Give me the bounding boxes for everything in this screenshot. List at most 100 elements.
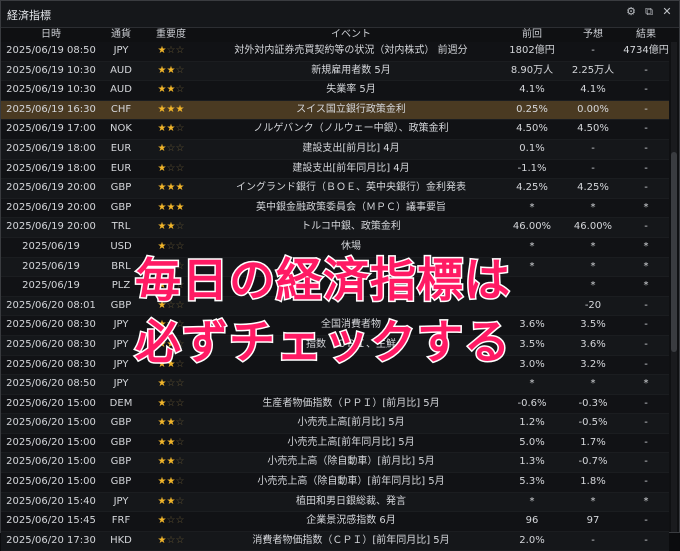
overlay-caption-line1: 毎日の経済指標は: [134, 253, 512, 308]
result-cell: *: [643, 201, 649, 213]
table-row[interactable]: 2025/06/19 16:30 CHF ★★★ スイス国立銀行政策金利 0.25% 0.…: [1, 100, 669, 121]
table-row[interactable]: 2025/06/19 20:00 GBP ★★★ イングランド銀行（ＢＯＥ、英中央銀行…: [1, 179, 669, 199]
event-cell: 小売売上高（除自動車）[前月比] 5月: [267, 456, 435, 468]
table-row[interactable]: 2025/06/19 08:50 JPY ★☆☆ 対外対内証券売買契約等の状況（対内株…: [1, 42, 669, 62]
header-result[interactable]: 結果: [623, 28, 669, 42]
star-filled-icon: ★: [157, 45, 167, 56]
table-row[interactable]: 2025/06/20 17:30 HKD ★☆☆ 消費者物価指数（ＣＰＩ）[前年同月比…: [1, 531, 669, 551]
result-cell: *: [643, 280, 649, 292]
date-cell: 2025/06/19: [22, 260, 80, 272]
date-cell: 2025/06/19 18:00: [6, 142, 96, 154]
header-currency[interactable]: 通貨: [101, 28, 141, 42]
importance-cell: ★★☆: [141, 434, 201, 453]
star-empty-icon: ☆: [175, 123, 185, 135]
close-icon[interactable]: ✕: [661, 6, 673, 18]
importance-cell: ★★☆: [141, 493, 201, 512]
event-cell: 失業率 5月: [326, 84, 376, 96]
currency-cell: JPY: [113, 45, 129, 56]
table-row[interactable]: 2025/06/20 15:40 JPY ★★☆ 植田和男日銀総裁、発言 * * *: [1, 492, 669, 513]
result-cell: -: [644, 299, 648, 311]
currency-cell: EUR: [110, 162, 132, 174]
table-row[interactable]: 2025/06/19 18:00 EUR ★☆☆ 建設支出[前年同月比] 4月 -1.1…: [1, 159, 669, 180]
currency-cell: GBP: [110, 456, 132, 468]
table-row[interactable]: 2025/06/20 15:45 FRF ★☆☆ 企業景況感指数 6月 96 97-: [1, 512, 669, 532]
star-filled-icon: ★: [157, 476, 167, 488]
date-cell: 2025/06/19 18:00: [6, 162, 96, 174]
star-empty-icon: ☆: [175, 162, 185, 174]
date-cell: 2025/06/20 08:30: [6, 319, 96, 331]
star-filled-icon: ★: [157, 240, 167, 252]
currency-cell: GBP: [110, 417, 132, 429]
date-cell: 2025/06/19 17:00: [6, 123, 96, 135]
importance-cell: ★☆☆: [141, 395, 201, 414]
title-bar-icons: ⚙ ⧉ ✕: [625, 6, 673, 18]
header-event[interactable]: イベント: [201, 28, 501, 42]
table-row[interactable]: 2025/06/19 18:00 EUR ★☆☆ 建設支出[前月比] 4月 0.1% - -: [1, 139, 669, 160]
table-row[interactable]: 2025/06/20 15:00 DEM ★☆☆ 生産者物価指数（ＰＰＩ）[前月比] …: [1, 394, 669, 415]
star-filled-icon: ★: [157, 123, 167, 135]
currency-cell: GBP: [110, 201, 132, 213]
forecast-cell: -: [591, 142, 595, 154]
previous-cell: 5.0%: [519, 436, 545, 448]
table-row[interactable]: 2025/06/19 10:30 AUD ★★☆ 新規雇用者数 5月 8.90万人 2.2…: [1, 61, 669, 82]
scrollbar[interactable]: [671, 42, 677, 532]
previous-cell: *: [529, 378, 535, 390]
date-cell: 2025/06/19 20:00: [6, 201, 96, 213]
importance-cell: ★★☆: [141, 81, 201, 100]
importance-cell: ★☆☆: [141, 140, 201, 159]
scrollbar-thumb[interactable]: [671, 152, 677, 352]
star-filled-icon: ★: [157, 515, 167, 527]
star-filled-icon: ★: [157, 201, 167, 213]
result-cell: -: [644, 182, 648, 194]
forecast-cell: -0.5%: [578, 417, 608, 429]
header-importance[interactable]: 重要度: [141, 28, 201, 42]
star-empty-icon: ☆: [175, 534, 185, 546]
date-cell: 2025/06/20 15:00: [6, 476, 96, 488]
previous-cell: -0.6%: [517, 397, 547, 409]
result-cell: *: [643, 495, 649, 507]
table-row[interactable]: 2025/06/20 08:50 JPY ★☆☆ * * *: [1, 375, 669, 395]
event-cell: 小売売上高[前年同月比] 5月: [287, 436, 415, 448]
importance-cell: ★★☆: [141, 62, 201, 81]
star-filled-icon: ★: [157, 162, 167, 174]
result-cell: -: [644, 142, 648, 154]
window-title: 経済指標: [7, 9, 51, 22]
table-row[interactable]: 2025/06/20 15:00 GBP ★★☆ 小売売上高[前年同月比] 5月 5.0…: [1, 433, 669, 454]
importance-cell: ★☆☆: [141, 42, 201, 61]
table-row[interactable]: 2025/06/19 20:00 TRL ★★☆ トルコ中銀、政策金利 46.00% 46…: [1, 218, 669, 238]
previous-cell: 46.00%: [512, 221, 552, 233]
date-cell: 2025/06/19 10:30: [6, 64, 96, 76]
result-cell: -: [644, 123, 648, 135]
event-cell: 生産者物価指数（ＰＰＩ）[前月比] 5月: [262, 397, 440, 409]
currency-cell: JPY: [113, 495, 129, 507]
previous-cell: 0.1%: [519, 142, 545, 154]
event-cell: 建設支出[前月比] 4月: [302, 142, 400, 154]
currency-cell: EUR: [110, 142, 132, 154]
result-cell: -: [644, 436, 648, 448]
star-filled-icon: ★: [157, 456, 167, 468]
table-row[interactable]: 2025/06/19 17:00 NOK ★★☆ ノルゲバンク（ノルウェー中銀）、政策…: [1, 120, 669, 140]
date-cell: 2025/06/20 15:00: [6, 436, 96, 448]
table-row[interactable]: 2025/06/20 15:00 GBP ★★☆ 小売売上高[前月比] 5月 1.2% -…: [1, 414, 669, 434]
table-row[interactable]: 2025/06/20 15:00 GBP ★★☆ 小売売上高（除自動車）[前月比] 5…: [1, 453, 669, 474]
header-date[interactable]: 日時: [1, 28, 101, 42]
result-cell: -: [644, 162, 648, 174]
event-cell: [201, 375, 501, 394]
previous-cell: 2.0%: [519, 534, 545, 546]
header-forecast[interactable]: 予想: [563, 28, 623, 42]
star-empty-icon: ☆: [175, 378, 185, 390]
gear-icon[interactable]: ⚙: [625, 6, 637, 18]
date-cell: 2025/06/20 17:30: [6, 534, 96, 546]
table-row[interactable]: 2025/06/19 10:30 AUD ★★☆ 失業率 5月 4.1% 4.1% -: [1, 81, 669, 101]
event-cell: スイス国立銀行政策金利: [296, 103, 406, 115]
table-row[interactable]: 2025/06/19 20:00 GBP ★★★ 英中銀金融政策委員会（ＭＰＣ）議事要…: [1, 198, 669, 219]
currency-cell: CHF: [110, 103, 132, 115]
star-filled-icon: ★: [157, 103, 167, 115]
importance-cell: ★★☆: [141, 473, 201, 492]
currency-cell: AUD: [110, 84, 132, 96]
popout-icon[interactable]: ⧉: [643, 6, 655, 18]
date-cell: 2025/06/20 08:50: [6, 378, 96, 390]
table-row[interactable]: 2025/06/20 15:00 GBP ★★☆ 小売売上高（除自動車）[前年同月比]…: [1, 473, 669, 493]
header-previous[interactable]: 前回: [501, 28, 563, 42]
currency-cell: GBP: [110, 182, 132, 194]
